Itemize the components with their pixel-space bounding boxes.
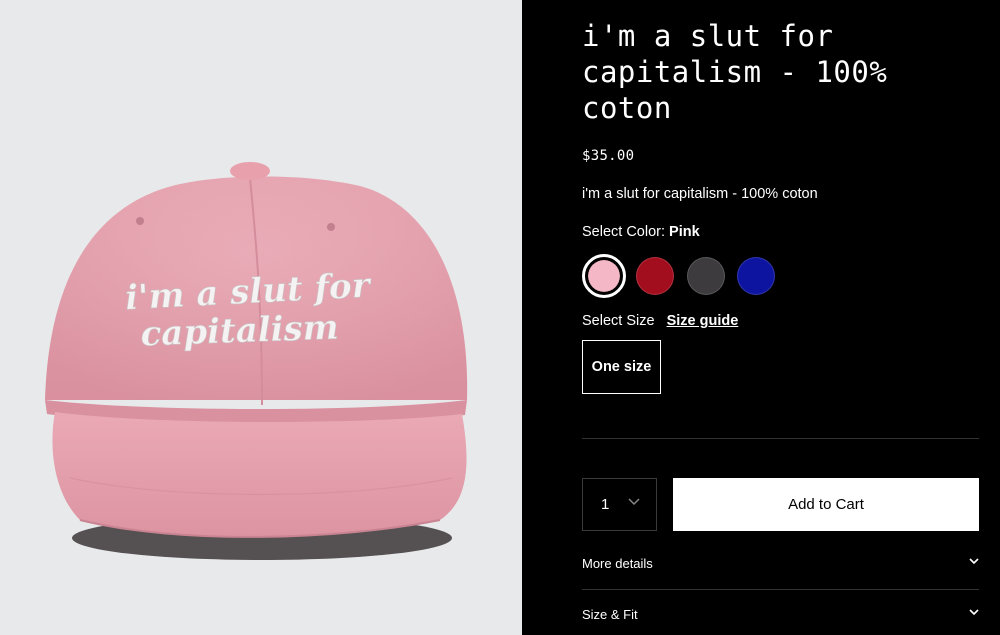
accordion-more-details[interactable]: More details — [582, 553, 979, 573]
chevron-down-icon — [969, 558, 979, 565]
accordion-size-fit[interactable]: Size & Fit — [582, 604, 979, 624]
color-swatches — [582, 254, 802, 298]
product-description: i'm a slut for capitalism - 100% coton — [582, 186, 818, 202]
color-swatch-red[interactable] — [636, 257, 674, 295]
color-swatch-pink[interactable] — [582, 254, 626, 298]
size-select-row: Select Size Size guide — [582, 313, 738, 329]
product-title: i'm a slut for capitalism - 100% coton — [582, 19, 888, 125]
cap-illustration: i'm a slut for capitalism — [0, 0, 522, 635]
add-to-cart-button[interactable]: Add to Cart — [673, 478, 979, 531]
accordion-label: Size & Fit — [582, 606, 638, 622]
color-label-text: Select Color: — [582, 224, 666, 240]
embroidery-line-2: capitalism — [140, 308, 339, 355]
size-option-one-size[interactable]: One size — [582, 340, 661, 394]
quantity-value: 1 — [601, 496, 610, 513]
chevron-down-icon — [969, 609, 979, 616]
color-swatch-charcoal[interactable] — [687, 257, 725, 295]
color-swatch-navy[interactable] — [737, 257, 775, 295]
size-guide-link[interactable]: Size guide — [667, 313, 739, 329]
divider — [582, 438, 979, 439]
accordion-label: More details — [582, 555, 653, 571]
selected-color-name: Pink — [669, 224, 700, 240]
chevron-down-icon — [628, 498, 640, 506]
color-select-label: Select Color: Pink — [582, 224, 700, 240]
size-select-label: Select Size — [582, 313, 655, 329]
product-info: i'm a slut for capitalism - 100% coton $… — [582, 0, 979, 635]
divider — [582, 589, 979, 590]
product-image: i'm a slut for capitalism — [0, 0, 522, 635]
quantity-select[interactable]: 1 — [582, 478, 657, 531]
product-price: $35.00 — [582, 148, 635, 164]
